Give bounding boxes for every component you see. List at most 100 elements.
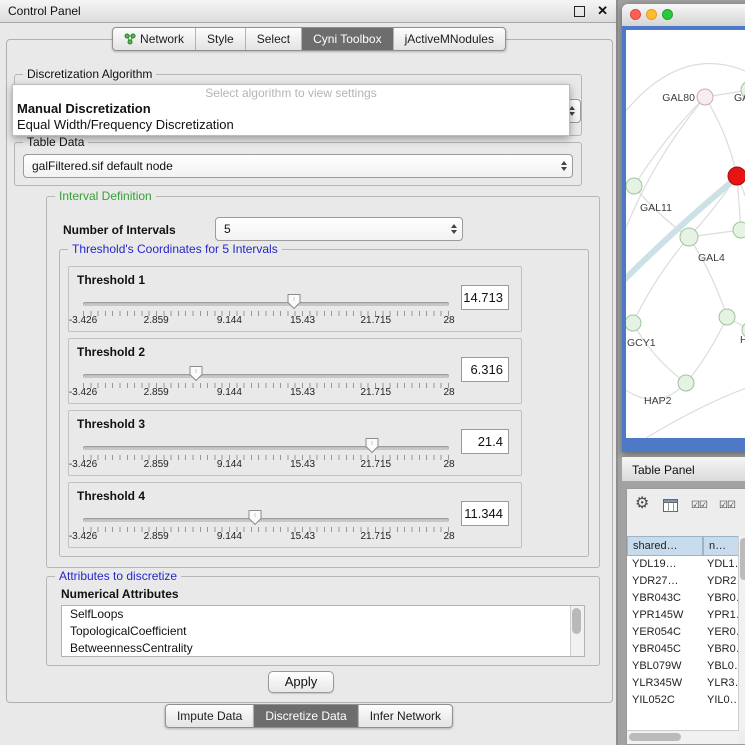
- network-node[interactable]: [719, 309, 735, 325]
- number-of-intervals-combo[interactable]: 5: [215, 217, 463, 241]
- scale-label: 28: [443, 315, 454, 326]
- application-window: Control Panel ✕ NetworkStyleSelectCyni T…: [0, 0, 745, 745]
- table-horizontal-scrollbar[interactable]: [627, 730, 739, 744]
- network-canvas[interactable]: GAL80GAGAL11GAL4GCY1HHAP2: [626, 30, 745, 438]
- slider-track[interactable]: [83, 518, 449, 522]
- control-panel-titlebar: Control Panel ✕: [0, 0, 616, 23]
- tab-impute-data[interactable]: Impute Data: [166, 705, 253, 727]
- node-label: HAP2: [644, 395, 672, 407]
- threshold-value-field[interactable]: 11.344: [461, 501, 509, 526]
- select-rows-icon[interactable]: ☑☑: [719, 500, 735, 511]
- slider-scale: -3.4262.8599.14415.4321.71528: [83, 531, 449, 542]
- slider-track[interactable]: [83, 302, 449, 306]
- algorithm-group-label: Discretization Algorithm: [23, 67, 156, 81]
- tab-style[interactable]: Style: [195, 28, 245, 50]
- network-node-gal11[interactable]: [626, 178, 642, 194]
- apply-button[interactable]: Apply: [268, 671, 334, 693]
- slider-track[interactable]: [83, 374, 449, 378]
- scrollbar-thumb[interactable]: [572, 608, 581, 634]
- close-icon[interactable]: ✕: [597, 3, 608, 19]
- table-row[interactable]: YBR045CYBR0…: [627, 641, 731, 658]
- node-label: GAL11: [640, 202, 672, 214]
- minimize-traffic-light[interactable]: [646, 9, 657, 20]
- cell-shared-name: YBR045C: [632, 641, 681, 658]
- table-data-combo[interactable]: galFiltered.sif default node: [23, 154, 573, 178]
- thresholds-group: Threshold's Coordinates for 5 Intervals …: [59, 249, 589, 557]
- slider-thumb[interactable]: [365, 437, 380, 454]
- node-label: GAL4: [698, 252, 725, 264]
- attributes-list[interactable]: SelfLoopsTopologicalCoefficientBetweenne…: [61, 605, 585, 657]
- scrollbar-thumb[interactable]: [740, 538, 745, 580]
- table-data-group: Table Data galFiltered.sif default node: [14, 142, 582, 186]
- tab-discretize-data[interactable]: Discretize Data: [253, 705, 357, 727]
- attribute-item-topologicalcoefficient[interactable]: TopologicalCoefficient: [62, 623, 584, 640]
- table-columns-icon[interactable]: [663, 499, 678, 517]
- cell-name: YIL0…: [707, 692, 741, 709]
- tab-network[interactable]: Network: [113, 28, 195, 50]
- network-node-gal80[interactable]: [697, 89, 713, 105]
- scale-label: 2.859: [144, 459, 169, 470]
- network-nodes[interactable]: GAL80GAGAL11GAL4GCY1HHAP2: [626, 81, 745, 407]
- attributes-scrollbar[interactable]: [570, 606, 584, 656]
- scale-label: 2.859: [144, 531, 169, 542]
- slider-thumb[interactable]: [248, 509, 263, 526]
- network-window-titlebar: [622, 4, 745, 27]
- network-icon: [124, 33, 136, 45]
- scale-label: 21.715: [361, 531, 392, 542]
- algorithm-option-manual[interactable]: Manual Discretization: [13, 101, 569, 117]
- thresholds-group-label: Threshold's Coordinates for 5 Intervals: [68, 242, 282, 256]
- node-label: H: [740, 334, 745, 346]
- threshold-label: Threshold 1: [77, 273, 145, 287]
- cell-shared-name: YIL052C: [632, 692, 675, 709]
- algorithm-option-equal-width[interactable]: Equal Width/Frequency Discretization: [13, 117, 569, 133]
- scrollbar-thumb[interactable]: [629, 733, 681, 741]
- cell-shared-name: YLR345W: [632, 675, 682, 692]
- scale-label: 28: [443, 387, 454, 398]
- threshold-label: Threshold 3: [77, 417, 145, 431]
- scale-label: 9.144: [217, 315, 242, 326]
- table-row[interactable]: YPR145WYPR1…: [627, 607, 731, 624]
- tab-cyni-toolbox[interactable]: Cyni Toolbox: [301, 28, 392, 50]
- table-row[interactable]: YDL19…YDL1…: [627, 556, 731, 573]
- threshold-value-field[interactable]: 14.713: [461, 285, 509, 310]
- slider-thumb[interactable]: [189, 365, 204, 382]
- zoom-traffic-light[interactable]: [662, 9, 673, 20]
- network-node-gal4[interactable]: [680, 228, 698, 246]
- tab-infer-network[interactable]: Infer Network: [358, 705, 452, 727]
- panel-title: Control Panel: [8, 4, 574, 18]
- table-row[interactable]: YBR043CYBR0…: [627, 590, 731, 607]
- attribute-item-betweennesscentrality[interactable]: BetweennessCentrality: [62, 640, 584, 657]
- threshold-value-field[interactable]: 6.316: [461, 357, 509, 382]
- table-vertical-scrollbar[interactable]: [738, 536, 745, 731]
- cell-shared-name: YBL079W: [632, 658, 682, 675]
- algorithm-dropdown-popup: Select algorithm to view settings Manual…: [12, 84, 570, 136]
- column-header-shared-name[interactable]: shared…: [627, 536, 703, 556]
- table-row[interactable]: YDR27…YDR2…: [627, 573, 731, 590]
- table-row[interactable]: YLR345WYLR3…: [627, 675, 731, 692]
- attribute-item-selfloops[interactable]: SelfLoops: [62, 606, 584, 623]
- cell-shared-name: YER054C: [632, 624, 681, 641]
- network-node[interactable]: [733, 222, 745, 238]
- threshold-value-field[interactable]: 21.4: [461, 429, 509, 454]
- table-row[interactable]: YBL079WYBL0…: [627, 658, 731, 675]
- network-node-gcy1[interactable]: [626, 315, 641, 331]
- close-traffic-light[interactable]: [630, 9, 641, 20]
- float-window-icon[interactable]: [574, 6, 585, 17]
- interval-definition-label: Interval Definition: [55, 189, 156, 203]
- select-columns-icon[interactable]: ☑☑: [691, 500, 707, 511]
- network-node[interactable]: [728, 167, 745, 185]
- network-node-hap2[interactable]: [678, 375, 694, 391]
- gear-icon[interactable]: ⚙: [635, 496, 649, 512]
- scale-label: 21.715: [361, 315, 392, 326]
- threshold-panel-3: Threshold 3-3.4262.8599.14415.4321.71528…: [68, 410, 522, 476]
- slider-thumb[interactable]: [287, 293, 302, 310]
- slider-track[interactable]: [83, 446, 449, 450]
- table-row[interactable]: YER054CYER0…: [627, 624, 731, 641]
- column-header-name[interactable]: n…: [703, 536, 743, 556]
- tab-select[interactable]: Select: [245, 28, 301, 50]
- tab-jactivemnodules[interactable]: jActiveMNodules: [393, 28, 505, 50]
- numerical-attributes-label: Numerical Attributes: [61, 587, 179, 601]
- scale-label: 9.144: [217, 387, 242, 398]
- table-row[interactable]: YIL052CYIL0…: [627, 692, 731, 709]
- algorithm-placeholder: Select algorithm to view settings: [13, 86, 569, 101]
